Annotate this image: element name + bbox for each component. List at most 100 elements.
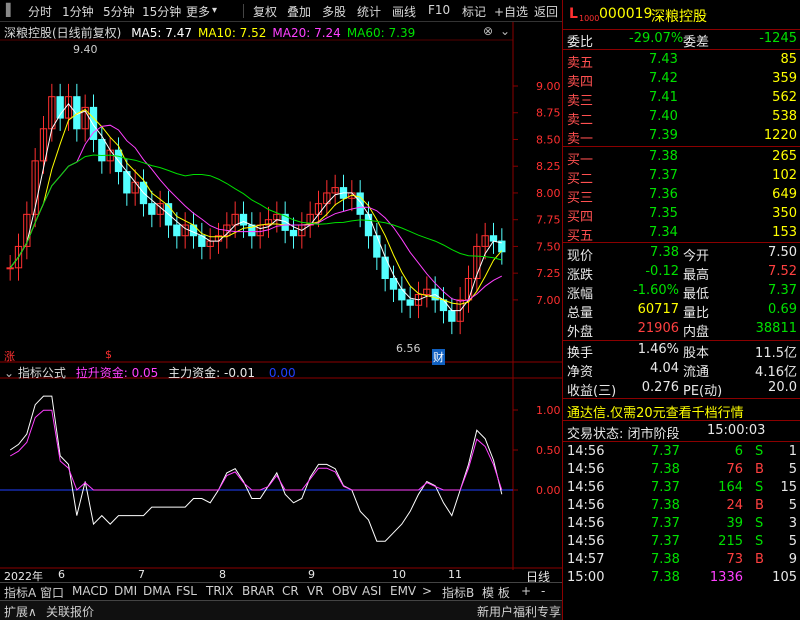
indicator-tab[interactable]: CR [282, 584, 299, 598]
sell-price: 7.40 [649, 109, 678, 124]
price-tick: 7.00 [513, 294, 561, 307]
indicator-tab[interactable]: - [541, 584, 545, 598]
indicator-tab[interactable]: FSL [176, 584, 197, 598]
zhang-badge[interactable]: 涨 [4, 348, 15, 364]
stat-row: 涨幅 -1.60% 最低 7.37 [563, 282, 800, 302]
cai-badge[interactable]: 财 [432, 349, 445, 365]
toolbar-fenshi[interactable]: 分时 [28, 3, 52, 20]
tick-time: 14:56 [567, 480, 605, 495]
stat-row: 换手 1.46% 股本 11.5亿 [563, 341, 800, 361]
toolbar-huaxian[interactable]: 画线 [392, 3, 416, 20]
price-tick: 8.50 [513, 133, 561, 146]
indicator-tab[interactable]: VR [307, 584, 324, 598]
price-tick-label: 7.50 [536, 240, 561, 253]
sell-row: 卖五 7.43 85 [563, 51, 800, 71]
stat-row: 净资 4.04 流通 4.16亿 [563, 360, 800, 380]
toolbar-fuquan[interactable]: 复权 [253, 3, 277, 20]
indicator-tab[interactable]: EMV [390, 584, 416, 598]
indicator-name[interactable]: 指标公式 [18, 366, 66, 380]
tick-side: B [755, 498, 764, 513]
chevron-down-icon[interactable]: ▾ [212, 5, 217, 16]
promo-link[interactable]: 新用户福利专享 [477, 603, 561, 620]
level2-promo[interactable]: 通达信.仅需20元查看千档行情 [567, 402, 744, 421]
promo-row[interactable]: 通达信.仅需20元查看千档行情 [563, 401, 800, 421]
toolbar-f10[interactable]: F10 [428, 3, 450, 17]
x-axis-label: 9 [308, 568, 315, 581]
buy-volume: 265 [772, 149, 797, 164]
indicator-tab[interactable]: 窗口 [40, 584, 64, 601]
stat-label: 收益(三) [567, 384, 617, 399]
sell-price: 7.42 [649, 71, 678, 86]
chevron-down-icon[interactable]: ⌄ [500, 24, 510, 38]
indicator-tab[interactable]: ASI [362, 584, 381, 598]
buy-label: 买四 [567, 210, 594, 225]
stat-row: 总量 60717 量比 0.69 [563, 301, 800, 321]
buy-label: 买三 [567, 191, 594, 206]
tick-count: 5 [788, 534, 797, 549]
expand-button[interactable]: 扩展∧ [4, 603, 37, 620]
indicator-tab[interactable]: 指标B [442, 584, 474, 601]
toolbar-biaoji[interactable]: 标记 [462, 3, 486, 20]
indicator-tab[interactable]: OBV [332, 584, 358, 598]
indicator-tab[interactable]: 指标A [4, 584, 36, 601]
stat-value: 7.37 [768, 283, 797, 298]
indicator-tab[interactable]: BRAR [242, 584, 275, 598]
sell-label: 卖五 [567, 56, 594, 71]
indicator-tab[interactable]: + [521, 584, 531, 598]
stat-label: 涨幅 [567, 287, 594, 302]
stat-row: 外盘 21906 内盘 38811 [563, 320, 800, 340]
sell-row: 卖三 7.41 562 [563, 89, 800, 109]
indicator-tab[interactable]: DMI [114, 584, 137, 598]
toolbar-back[interactable]: 返回 [534, 3, 558, 20]
tick-price: 7.38 [651, 462, 680, 477]
l2-badge-sub: 1000 [579, 14, 600, 23]
indicator-tab[interactable]: TRIX [206, 584, 233, 598]
tick-time: 14:56 [567, 462, 605, 477]
sell-volume: 538 [772, 109, 797, 124]
price-tick: 7.25 [513, 267, 561, 280]
candle [264, 206, 273, 238]
indicator-tab[interactable]: 模 板 [482, 584, 510, 601]
buy-row: 买二 7.37 102 [563, 167, 800, 187]
toolbar-1min[interactable]: 1分钟 [62, 3, 94, 20]
toolbar-duogu[interactable]: 多股 [322, 3, 346, 20]
chevron-down-icon[interactable]: ⌄ [4, 366, 14, 380]
toolbar-more[interactable]: 更多 [186, 3, 210, 20]
buy-label: 买二 [567, 172, 594, 187]
stat-label: 流通 [683, 365, 710, 380]
tick-price: 7.37 [651, 480, 680, 495]
buy-volume: 102 [772, 168, 797, 183]
toolbar-diejia[interactable]: 叠加 [287, 3, 311, 20]
status-time: 15:00:03 [707, 423, 766, 438]
toolbar-tongji[interactable]: 统计 [357, 3, 381, 20]
tick-count: 5 [788, 498, 797, 513]
related-quotes-button[interactable]: 关联报价 [46, 603, 94, 620]
ma-legend-item: MA10: 7.52 [197, 26, 267, 40]
toolbar-15min[interactable]: 15分钟 [142, 3, 181, 20]
indicator-tick-label: 0.50 [536, 444, 561, 457]
candle [289, 217, 298, 249]
sell-volume: 85 [780, 52, 797, 67]
toolbar-add-favorite[interactable]: +自选 [494, 3, 528, 20]
dollar-badge[interactable]: $ [105, 348, 112, 361]
candle [181, 212, 189, 249]
price-tick-label: 8.50 [536, 133, 561, 146]
kline-chart-area[interactable]: 9.00 8.75 8.50 8.25 8.00 7.75 7.50 7.25 7.00 1.0… [0, 22, 562, 590]
stat-label: 今开 [683, 249, 710, 264]
buy-price: 7.35 [649, 206, 678, 221]
indicator-tab[interactable]: > [422, 584, 432, 598]
buy-row: 买四 7.35 350 [563, 205, 800, 225]
indicator-tab[interactable]: MACD [72, 584, 108, 598]
close-circle-icon[interactable]: ⊗ [483, 24, 493, 38]
candle [331, 174, 339, 206]
indicator-tab[interactable]: DMA [143, 584, 171, 598]
tick-price: 7.37 [651, 534, 680, 549]
tick-row: 14:56 7.37 164 S 15 [563, 479, 800, 497]
chart-title: 深粮控股(日线前复权) [4, 26, 122, 40]
buy-price: 7.36 [649, 187, 678, 202]
toolbar-5min[interactable]: 5分钟 [103, 3, 135, 20]
sell-row: 卖二 7.40 538 [563, 108, 800, 128]
stat-label: 股本 [683, 346, 710, 361]
price-tick: 8.25 [513, 160, 561, 173]
stat-value: 7.50 [768, 245, 797, 260]
